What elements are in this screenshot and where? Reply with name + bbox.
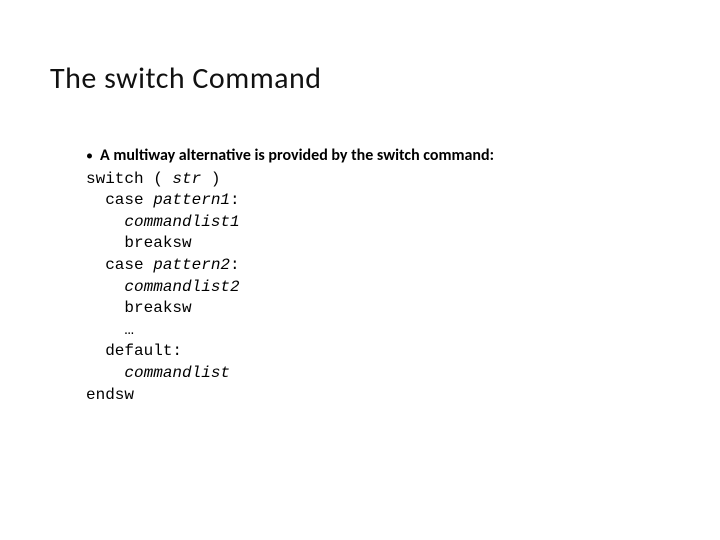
code-l2c: : [230, 191, 240, 209]
bullet-dot: • [86, 145, 100, 166]
code-l5c: : [230, 256, 240, 274]
code-l5b: pattern2 [153, 256, 230, 274]
code-l1b: str [172, 170, 201, 188]
code-l4: breaksw [86, 234, 192, 252]
code-l1a: switch ( [86, 170, 172, 188]
code-l9: default: [86, 342, 182, 360]
code-l2b: pattern1 [153, 191, 230, 209]
code-l3a [86, 213, 124, 231]
code-l1c: ) [201, 170, 220, 188]
code-l7: breaksw [86, 299, 192, 317]
code-l6b: commandlist2 [124, 278, 239, 296]
code-l8: … [86, 321, 134, 339]
code-l10b: commandlist [124, 364, 230, 382]
slide-title: The switch Command [50, 60, 670, 97]
code-block: switch ( str ) case pattern1: commandlis… [86, 169, 670, 407]
bullet-text: A multiway alternative is provided by th… [100, 145, 494, 167]
slide: The switch Command • A multiway alternat… [0, 0, 720, 540]
code-l6a [86, 278, 124, 296]
bullet-line: • A multiway alternative is provided by … [86, 145, 670, 167]
code-l2a: case [86, 191, 153, 209]
slide-body: • A multiway alternative is provided by … [86, 145, 670, 406]
code-l5a: case [86, 256, 153, 274]
code-l10a [86, 364, 124, 382]
code-l11: endsw [86, 386, 134, 404]
code-l3b: commandlist1 [124, 213, 239, 231]
